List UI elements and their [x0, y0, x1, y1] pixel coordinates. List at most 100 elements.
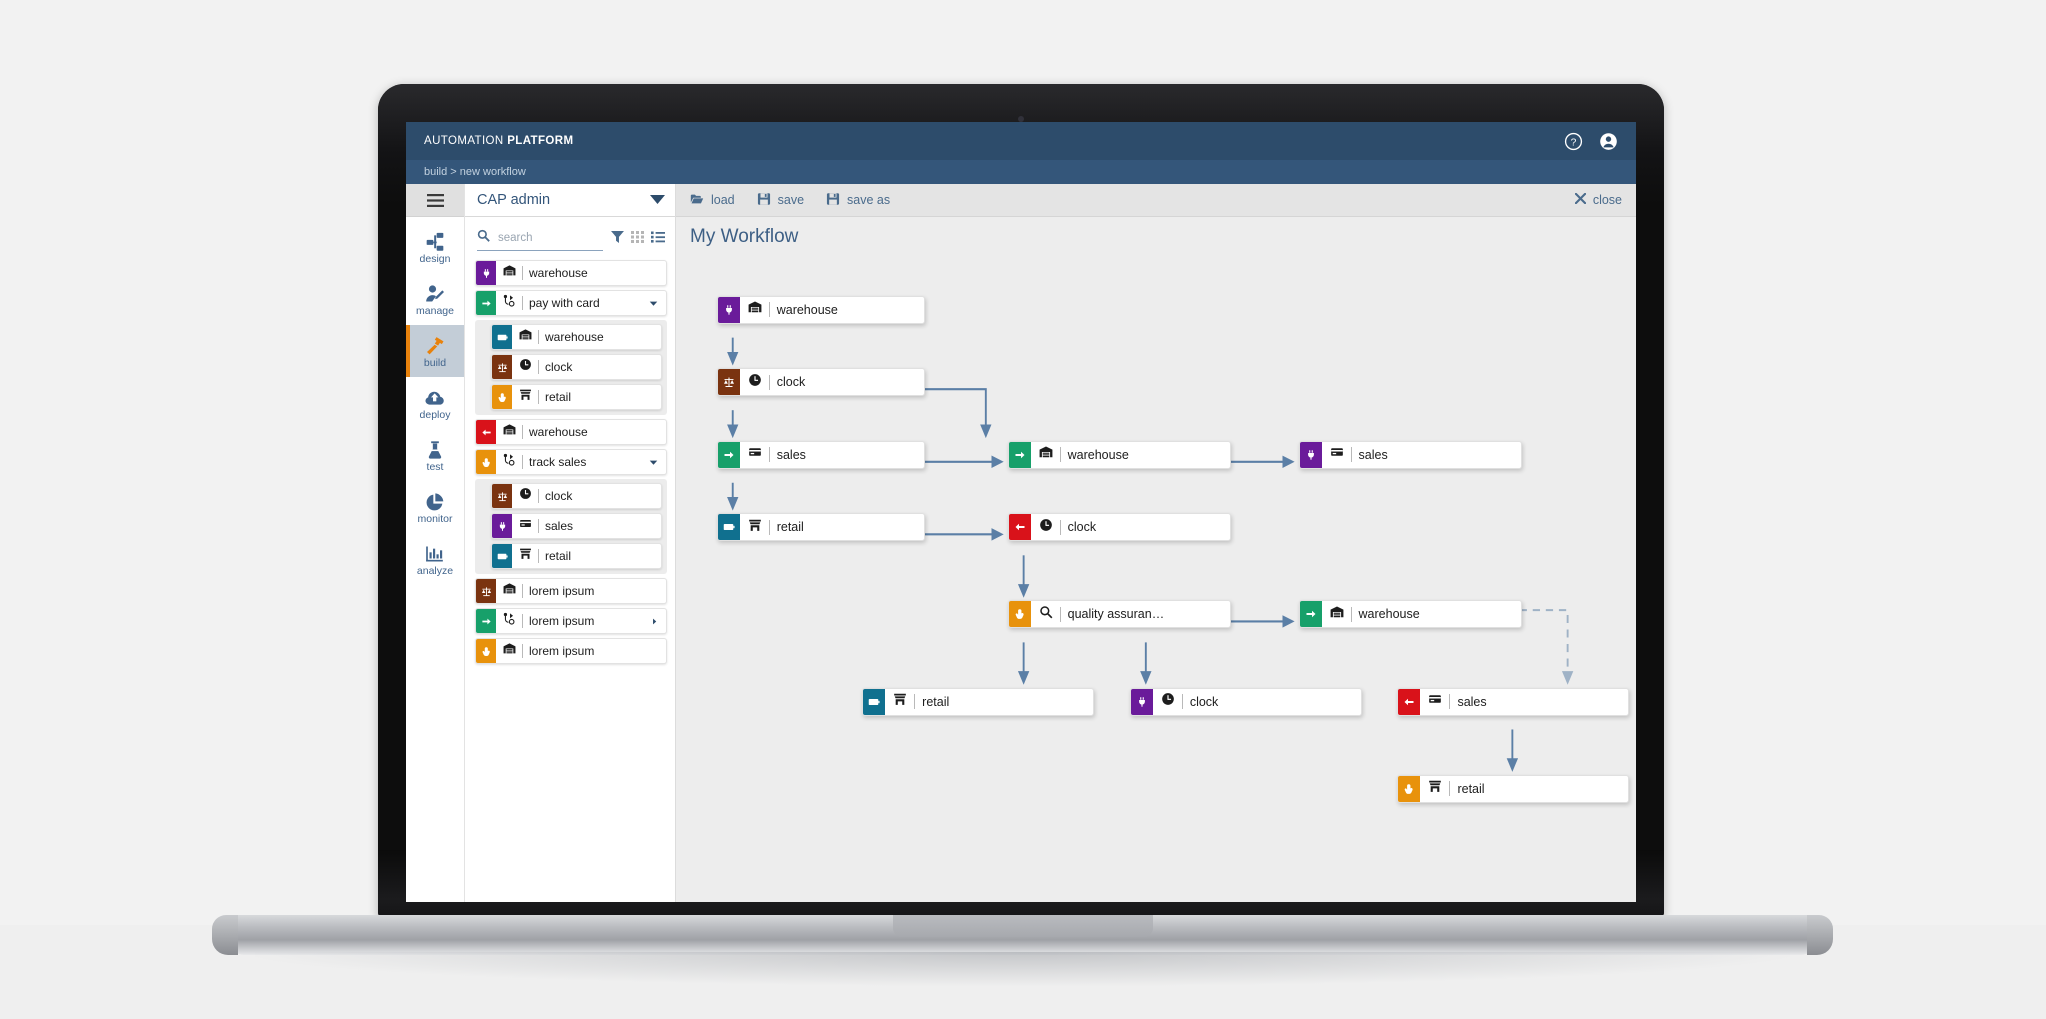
workflow-node[interactable]: clock [1007, 513, 1231, 542]
flow-icon [503, 294, 516, 312]
catalog-item-label: retail [545, 549, 572, 563]
workflow-node[interactable]: clock [716, 368, 926, 397]
catalog-item-body: warehouse [512, 325, 661, 349]
chevron-right-icon[interactable] [651, 618, 666, 625]
clock-icon [1161, 692, 1175, 711]
editor-toolbar-buttons: load save save as [690, 192, 890, 209]
search-input[interactable] [496, 231, 603, 245]
scales-icon [492, 355, 512, 379]
rail-item-monitor[interactable]: monitor [406, 481, 464, 533]
divider [1449, 694, 1451, 710]
divider [1059, 519, 1061, 535]
help-circle-icon[interactable]: ? [1564, 132, 1583, 151]
breadcrumb[interactable]: build > new workflow [424, 166, 526, 178]
catalog-item[interactable]: lorem ipsum [475, 608, 667, 634]
battery-icon [492, 544, 512, 568]
catalog-item-body: lorem ipsum [496, 579, 666, 603]
catalog-panel: CAP admin search warehouse pay with card… [465, 184, 676, 902]
arrow-right-icon [476, 609, 496, 633]
catalog-item[interactable]: retail [491, 384, 662, 410]
rail-item-list: design manage build deploy test monitor analyz… [406, 217, 464, 585]
cloud-upload-icon [425, 386, 445, 408]
rail-item-label: monitor [417, 512, 453, 525]
rail-item-test[interactable]: test [406, 429, 464, 481]
pie-chart-icon [425, 490, 445, 512]
catalog-item[interactable]: lorem ipsum [475, 578, 667, 604]
chevron-down-icon[interactable] [649, 299, 666, 308]
workflow-node[interactable]: sales [1397, 687, 1630, 716]
catalog-item-label: lorem ipsum [529, 614, 595, 628]
hand-icon [1398, 775, 1421, 802]
catalog-item[interactable]: clock [491, 354, 662, 380]
catalog-item-body: clock [512, 355, 661, 379]
catalog-item-body: pay with card [496, 291, 666, 315]
divider [1181, 694, 1183, 710]
save-as-button[interactable]: save as [826, 192, 890, 209]
workflow-node[interactable]: warehouse [1298, 600, 1522, 629]
laptop-shadow [255, 952, 1790, 986]
filter-icon[interactable] [611, 230, 624, 248]
catalog-item[interactable]: pay with card [475, 290, 667, 316]
list-view-icon[interactable] [651, 230, 665, 248]
editor-toolbar: load save save as close [676, 184, 1636, 217]
grid-view-icon[interactable] [631, 230, 644, 248]
catalog-item[interactable]: warehouse [475, 419, 667, 445]
workflow-node[interactable]: retail [862, 687, 1094, 716]
divider [1059, 447, 1061, 463]
floppy-disk-icon [826, 192, 840, 209]
catalog-item[interactable]: warehouse [491, 324, 662, 350]
scales-icon [717, 369, 740, 396]
plug-icon [1299, 441, 1322, 468]
workflow-node[interactable]: retail [716, 513, 926, 542]
close-label: close [1592, 193, 1622, 207]
workflow-node[interactable]: quality assuran… [1007, 600, 1231, 629]
rail-item-design[interactable]: design [406, 221, 464, 273]
catalog-item[interactable]: sales [491, 513, 662, 539]
app-brand: AUTOMATION PLATFORM [424, 135, 573, 147]
hamburger-menu-icon[interactable] [406, 184, 464, 217]
catalog-item-body: warehouse [496, 261, 666, 285]
catalog-item-list: warehouse pay with card warehouse clock reta… [465, 251, 675, 902]
catalog-item[interactable]: retail [491, 543, 662, 569]
user-account-icon[interactable] [1599, 132, 1618, 151]
workflow-node-label: retail [922, 694, 950, 709]
workflow-node[interactable]: warehouse [1007, 440, 1231, 469]
work-area: design manage build deploy test monitor analyz… [406, 184, 1636, 902]
catalog-item[interactable]: clock [491, 483, 662, 509]
rail-item-manage[interactable]: manage [406, 273, 464, 325]
catalog-item[interactable]: warehouse [475, 260, 667, 286]
rail-item-build[interactable]: build [406, 325, 464, 377]
warehouse-icon [1039, 445, 1053, 464]
flask-icon [425, 438, 445, 460]
workflow-node[interactable]: retail [1397, 774, 1630, 803]
close-button[interactable]: close [1574, 192, 1622, 207]
workflow-node[interactable]: sales [1298, 440, 1522, 469]
search-box[interactable] [477, 229, 603, 251]
workflow-node-label: warehouse [776, 302, 838, 317]
rail-item-analyze[interactable]: analyze [406, 533, 464, 585]
rail-item-deploy[interactable]: deploy [406, 377, 464, 429]
save-button[interactable]: save [757, 192, 804, 209]
load-button[interactable]: load [690, 192, 735, 209]
divider [768, 302, 770, 318]
catalog-item[interactable]: track sales [475, 449, 667, 475]
warehouse-icon [1330, 605, 1344, 624]
warehouse-icon [503, 423, 516, 441]
catalog-item-label: clock [545, 360, 573, 374]
workflow-node[interactable]: warehouse [716, 295, 926, 324]
workflow-node[interactable]: clock [1129, 687, 1362, 716]
chevron-down-icon[interactable] [649, 458, 666, 467]
divider [538, 360, 539, 374]
catalog-subgroup: warehouse clock retail [475, 320, 667, 415]
catalog-item-body: track sales [496, 450, 666, 474]
chevron-down-icon[interactable] [650, 191, 665, 209]
catalog-selector[interactable]: CAP admin [465, 184, 675, 217]
catalog-item-label: warehouse [545, 330, 604, 344]
warehouse-icon [503, 642, 516, 660]
catalog-item[interactable]: lorem ipsum [475, 638, 667, 664]
clock-icon [519, 487, 532, 505]
workflow-canvas[interactable]: warehouse clock sales retail warehouse sales c… [676, 257, 1636, 902]
catalog-item-label: clock [545, 489, 573, 503]
workflow-node-body: sales [1420, 689, 1496, 715]
workflow-node[interactable]: sales [716, 440, 926, 469]
